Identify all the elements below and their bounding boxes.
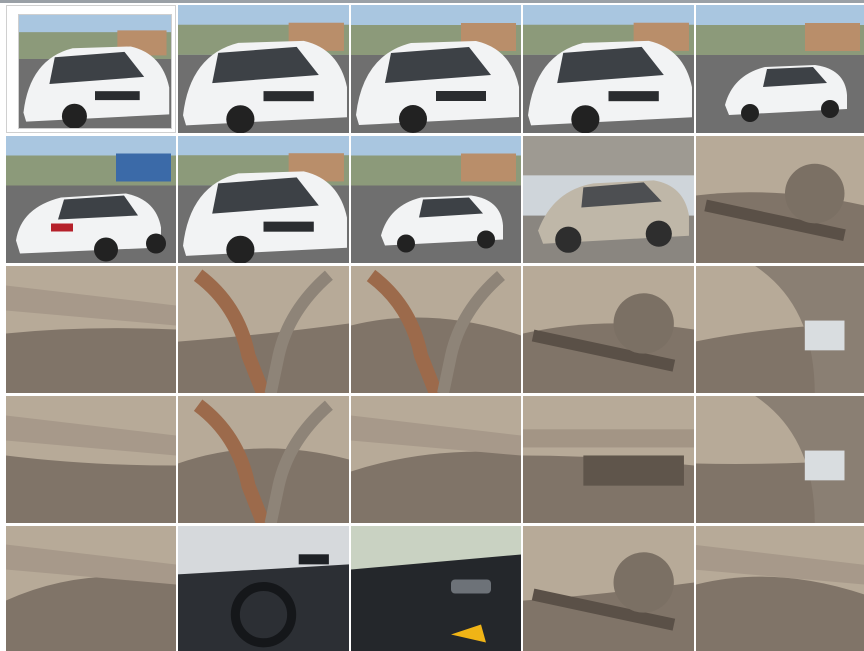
undercarriage-photo-icon <box>6 266 176 393</box>
undercarriage-photo-icon <box>696 136 864 263</box>
photo-thumbnail[interactable] <box>523 266 694 393</box>
photo-thumbnail[interactable] <box>523 5 694 133</box>
photo-thumbnail[interactable] <box>696 266 864 393</box>
photo-thumbnail[interactable] <box>351 396 521 523</box>
photo-thumbnail[interactable] <box>696 396 864 523</box>
photo-thumbnail[interactable] <box>178 5 349 133</box>
photo-gallery-grid <box>0 0 864 651</box>
photo-thumbnail[interactable] <box>6 266 176 393</box>
undercarriage-photo-icon <box>696 396 864 523</box>
car-photo-icon <box>6 136 176 263</box>
photo-thumbnail[interactable] <box>178 136 349 263</box>
car-photo-icon <box>178 136 349 263</box>
photo-thumbnail[interactable] <box>351 5 521 133</box>
photo-thumbnail[interactable] <box>351 136 521 263</box>
undercarriage-photo-icon <box>351 396 521 523</box>
interior-photo-icon <box>178 526 349 651</box>
undercarriage-photo-icon <box>696 266 864 393</box>
interior-photo-icon <box>351 526 521 651</box>
photo-thumbnail[interactable] <box>6 5 176 133</box>
photo-thumbnail[interactable] <box>6 526 176 651</box>
car-photo-icon <box>178 5 349 133</box>
undercarriage-photo-icon <box>351 266 521 393</box>
photo-thumbnail[interactable] <box>6 136 176 263</box>
car-photo-icon <box>19 15 171 128</box>
undercarriage-photo-icon <box>178 396 349 523</box>
undercarriage-photo-icon <box>523 526 694 651</box>
undercarriage-photo-icon <box>523 266 694 393</box>
selected-photo-frame <box>18 14 172 129</box>
photo-thumbnail[interactable] <box>696 526 864 651</box>
car-photo-icon <box>351 136 521 263</box>
photo-thumbnail[interactable] <box>178 266 349 393</box>
undercarriage-photo-icon <box>6 396 176 523</box>
photo-thumbnail[interactable] <box>523 526 694 651</box>
car-photo-icon <box>523 136 694 263</box>
photo-thumbnail[interactable] <box>351 526 521 651</box>
photo-thumbnail[interactable] <box>178 396 349 523</box>
photo-thumbnail[interactable] <box>696 136 864 263</box>
undercarriage-photo-icon <box>696 526 864 651</box>
undercarriage-photo-icon <box>178 266 349 393</box>
car-photo-icon <box>351 5 521 133</box>
car-photo-icon <box>523 5 694 133</box>
undercarriage-photo-icon <box>523 396 694 523</box>
photo-thumbnail[interactable] <box>696 5 864 133</box>
photo-thumbnail[interactable] <box>523 396 694 523</box>
photo-thumbnail[interactable] <box>178 526 349 651</box>
photo-thumbnail[interactable] <box>6 396 176 523</box>
car-photo-icon <box>696 5 864 133</box>
photo-thumbnail[interactable] <box>351 266 521 393</box>
photo-thumbnail[interactable] <box>523 136 694 263</box>
undercarriage-photo-icon <box>6 526 176 651</box>
